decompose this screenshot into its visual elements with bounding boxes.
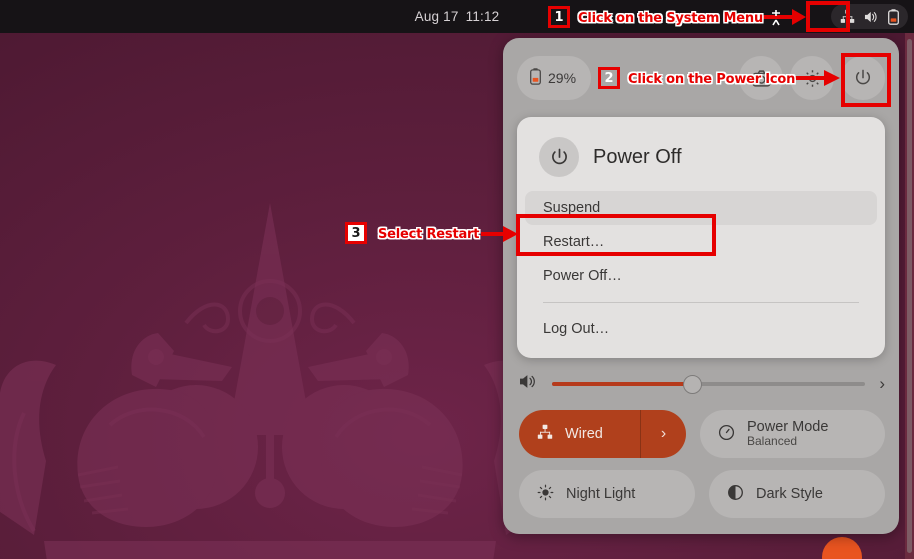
battery-percent: 29%: [548, 70, 577, 86]
volume-icon: [864, 10, 879, 24]
tile-label-text: Power Mode: [747, 418, 829, 435]
tile-dark-style[interactable]: Dark Style: [709, 470, 885, 518]
highlight-box-restart: [516, 214, 716, 256]
tile-wired-label: Wired: [565, 426, 603, 443]
tile-dark-style-label: Dark Style: [756, 486, 823, 503]
tile-wired-expand-arrow[interactable]: ›: [640, 410, 686, 458]
menu-item-log-out[interactable]: Log Out…: [525, 312, 877, 346]
scrollbar-thumb[interactable]: [907, 39, 912, 553]
tile-label-text: Dark Style: [756, 485, 823, 502]
tile-label-text: Wired: [565, 425, 603, 442]
badge-number-1: 1: [548, 6, 570, 28]
battery-icon: [888, 8, 899, 25]
night-light-icon: [537, 484, 554, 505]
menu-item-power-off[interactable]: Power Off…: [525, 259, 877, 293]
tile-power-mode-labels: Power Mode Balanced: [747, 419, 828, 449]
right-edge-strip: [905, 33, 914, 559]
chevron-right-icon[interactable]: ›: [879, 374, 885, 394]
annotation-label: Click on the System Menu: [578, 11, 763, 26]
power-mode-icon: [718, 424, 735, 445]
badge-number-2: 2: [598, 67, 620, 89]
tile-night-light[interactable]: Night Light: [519, 470, 695, 518]
quick-toggle-tiles: Wired › Power Mode Balanced Night Light …: [519, 410, 885, 530]
network-wired-icon: [537, 424, 553, 444]
tile-night-light-label: Night Light: [566, 486, 635, 503]
battery-status-pill[interactable]: 29%: [517, 56, 592, 100]
desktop-screen: Aug 17 11:12 29% Power Off Suspend Resta…: [0, 0, 914, 559]
dark-style-icon: [727, 484, 744, 505]
annotation-2-badge: 2: [598, 67, 620, 89]
volume-icon[interactable]: [519, 373, 538, 395]
annotation-3-arrow: [481, 226, 518, 242]
power-dialog-header: Power Off: [517, 127, 885, 191]
tile-row-1: Wired › Power Mode Balanced: [519, 410, 885, 458]
menu-separator: [543, 302, 859, 303]
volume-slider-row[interactable]: ›: [519, 370, 885, 398]
annotation-2-text: Click on the Power Icon: [628, 70, 795, 88]
tile-power-mode[interactable]: Power Mode Balanced: [700, 410, 885, 458]
annotation-3-text: Select Restart: [378, 225, 479, 243]
badge-number-3: 3: [345, 222, 367, 244]
volume-slider-fill: [552, 382, 693, 386]
power-dialog-title: Power Off: [593, 145, 682, 168]
tile-sublabel-text: Balanced: [747, 434, 798, 449]
volume-slider-handle[interactable]: [683, 374, 703, 394]
battery-icon: [530, 68, 541, 88]
annotation-1-badge: 1: [548, 6, 570, 28]
tile-label-text: Night Light: [566, 485, 636, 502]
annotation-1-text: Click on the System Menu: [578, 9, 763, 27]
annotation-2-arrow: [790, 70, 840, 86]
annotation-3-badge: 3: [345, 222, 367, 244]
annotation-label: Select Restart: [378, 227, 480, 242]
power-icon: [539, 137, 579, 177]
highlight-box-system-menu: [806, 1, 850, 32]
clock-date: Aug 17: [414, 9, 459, 24]
tile-row-2: Night Light Dark Style: [519, 470, 885, 518]
annotation-1-arrow: [758, 9, 806, 26]
clock-time: 11:12: [465, 9, 500, 24]
highlight-box-power-icon: [841, 53, 891, 107]
annotation-label: Click on the Power Icon: [628, 72, 796, 87]
volume-slider[interactable]: [552, 374, 866, 394]
tile-wired[interactable]: Wired ›: [519, 410, 686, 458]
